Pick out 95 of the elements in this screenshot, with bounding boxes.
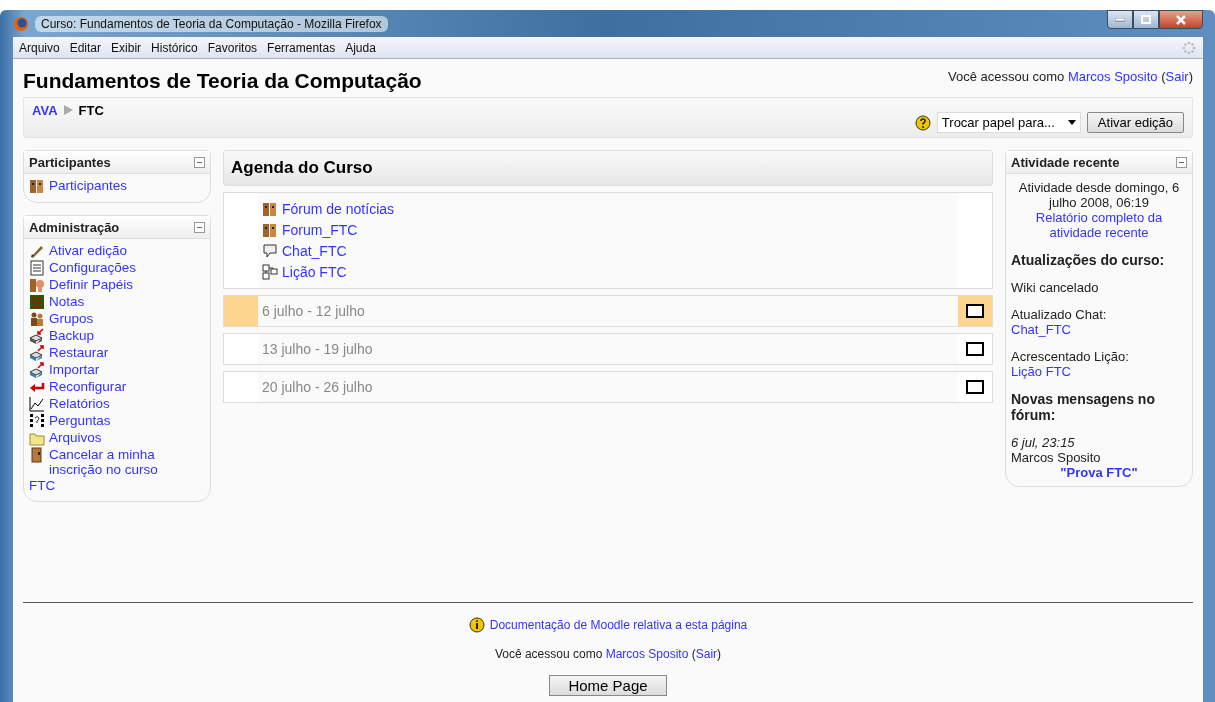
sidebar-link[interactable]: Importar [49,362,100,377]
post-date: 6 jul, 23:15 [1011,435,1076,450]
sidebar-link[interactable]: Grupos [49,311,94,326]
sidebar-link[interactable]: Cancelar a minha inscrição no curso [49,447,205,477]
box-arrow-icon [29,345,45,361]
maximize-icon [1141,15,1151,24]
collapse-icon[interactable] [194,221,205,233]
documentation-link[interactable]: Documentação de Moodle relativa a esta página [489,618,748,632]
login-info: Você acessou como Marcos Sposito (Sair) [948,69,1193,84]
week-label: 6 julho - 12 julho [262,303,366,319]
sidebar-link[interactable]: Reconfigurar [49,379,127,394]
loading-spinner-icon [1181,39,1197,56]
chart-icon [29,396,45,412]
week-label: 20 julho - 26 julho [262,379,374,395]
update-link[interactable]: Chat_FTC [1011,322,1187,337]
sidebar-link[interactable]: Configurações [49,260,137,275]
activity-since: Atividade desde domingo, 6 julho 2008, 06:19 [1017,180,1181,210]
people-icon [262,222,278,238]
people-icon [29,178,45,194]
collapse-icon[interactable] [1176,156,1187,168]
folder-icon [29,430,45,446]
collapse-icon[interactable] [194,156,205,168]
activity-link[interactable]: Lição FTC [282,264,347,280]
sidebar-link[interactable]: Relatórios [49,396,110,411]
menu-item[interactable]: Ferramentas [267,40,336,55]
firefox-icon [13,15,29,32]
menu-item[interactable]: Favoritos [207,40,258,55]
window-title: Curso: Fundamentos de Teoria da Computação - Mozilla Firefox [35,15,388,32]
update-link[interactable]: Lição FTC [1011,364,1187,379]
group-icon [29,311,45,327]
sidebar-link[interactable]: FTC [29,478,205,493]
sidebar-link[interactable]: Backup [49,328,95,343]
help-icon [914,114,931,131]
close-button[interactable] [1159,10,1203,29]
breadcrumb-current: FTC [78,103,104,118]
section-margin [224,296,258,326]
people-icon [262,201,278,217]
maximize-button[interactable] [1133,10,1159,29]
home-page-button[interactable]: Home Page [549,675,667,696]
user-link[interactable]: Marcos Sposito [605,647,689,661]
question-grid-icon [29,413,45,429]
logout-link[interactable]: Sair [1165,69,1189,84]
flowchart-icon [262,264,278,280]
grid-icon [29,294,45,310]
box-arrow-icon [29,362,45,378]
edit-button[interactable]: Ativar edição [1086,112,1184,133]
menu-item[interactable]: Ajuda [345,40,376,55]
pencil-icon [29,243,45,259]
post-author: Marcos Sposito [1011,450,1102,465]
show-one-week-icon[interactable] [966,380,984,394]
update-text: Acrescentado Lição: [1011,349,1130,364]
people-icon [29,277,45,293]
sidebar-link[interactable]: Arquivos [49,430,102,445]
week-label: 13 julho - 19 julho [262,341,374,357]
door-icon [29,447,45,463]
menu-item[interactable]: Arquivo [19,40,60,55]
activity-link[interactable]: Forum_FTC [282,222,358,238]
menu-item[interactable]: Editar [69,40,102,55]
document-icon [29,260,45,276]
minimize-icon [1115,17,1125,22]
report-link[interactable]: Relatório completo da atividade recente [1011,210,1187,240]
update-text: Wiki cancelado [1011,280,1100,295]
sidebar-link[interactable]: Participantes [49,178,128,193]
block-title: Participantes [29,154,111,170]
update-text: Atualizado Chat: [1011,307,1108,322]
course-title: Fundamentos de Teoria da Computação [23,69,422,93]
role-select[interactable]: Trocar papel para... [936,112,1081,133]
block-title: Atividade recente [1011,154,1120,170]
user-link[interactable]: Marcos Sposito [1067,69,1158,84]
block-title: Administração [29,219,120,235]
activity-link[interactable]: Fórum de notícias [282,201,395,217]
dropdown-caret-icon [1067,120,1076,125]
sidebar-link[interactable]: Ativar edição [49,243,128,258]
menu-item[interactable]: Histórico [151,40,198,55]
close-icon [1176,14,1186,25]
speech-bubble-icon [262,243,278,259]
minimize-button[interactable] [1107,10,1133,29]
sidebar-link[interactable]: Definir Papéis [49,277,134,292]
menu-item[interactable]: Exibir [111,40,142,55]
post-link[interactable]: "Prova FTC" [1060,465,1138,480]
show-one-week-icon[interactable] [966,304,984,318]
forum-heading: Novas mensagens no fórum: [1011,391,1156,423]
activity-link[interactable]: Chat_FTC [282,243,347,259]
sidebar-link[interactable]: Restaurar [49,345,109,360]
section-title: Agenda do Curso [231,158,373,178]
breadcrumb-link[interactable]: AVA [32,103,58,118]
box-arrow-icon [29,328,45,344]
show-one-week-icon[interactable] [966,342,984,356]
sidebar-link[interactable]: Perguntas [49,413,111,428]
login-info: Você acessou como Marcos Sposito (Sair) [494,647,722,661]
breadcrumb-separator-icon [63,105,73,117]
logout-link[interactable]: Sair [695,647,718,661]
info-icon [468,617,485,633]
sidebar-link[interactable]: Notas [49,294,85,309]
updates-heading: Atualizações do curso: [1011,252,1166,268]
